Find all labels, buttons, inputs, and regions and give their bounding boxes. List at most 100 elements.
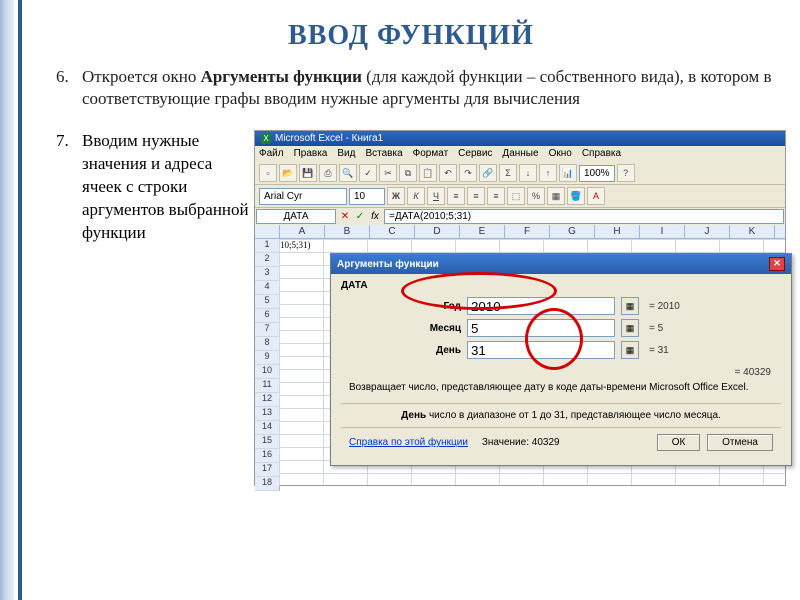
sort-desc-icon[interactable]: ↑ — [539, 164, 557, 182]
row-header[interactable]: 15 — [255, 435, 280, 449]
formatting-toolbar[interactable]: Arial Cyr 10 Ж К Ч ≡ ≡ ≡ ⬚ % ▦ 🪣 A — [255, 185, 785, 208]
bold-icon[interactable]: Ж — [387, 187, 405, 205]
fontsize-select[interactable]: 10 — [349, 188, 385, 205]
item6-pre: Откроется окно — [82, 67, 201, 86]
menu-view[interactable]: Вид — [337, 148, 355, 160]
col-header[interactable]: C — [370, 225, 415, 238]
row-header[interactable]: 6 — [255, 309, 280, 323]
row-header[interactable]: 2 — [255, 253, 280, 267]
underline-icon[interactable]: Ч — [427, 187, 445, 205]
align-center-icon[interactable]: ≡ — [467, 187, 485, 205]
window-titlebar: X Microsoft Excel - Книга1 — [255, 131, 785, 146]
formula-input[interactable]: =ДАТА(2010;5;31) — [384, 209, 784, 224]
align-left-icon[interactable]: ≡ — [447, 187, 465, 205]
excel-screenshot: X Microsoft Excel - Книга1 Файл Правка В… — [254, 130, 786, 486]
fx-icon[interactable]: fx — [368, 210, 382, 224]
menu-tools[interactable]: Сервис — [458, 148, 492, 160]
select-all-corner[interactable] — [255, 225, 280, 238]
cell-a1[interactable]: 10;5;31) — [280, 240, 311, 250]
menu-help[interactable]: Справка — [582, 148, 621, 160]
merge-icon[interactable]: ⬚ — [507, 187, 525, 205]
row-header[interactable]: 11 — [255, 379, 280, 393]
field-label: Год — [341, 301, 461, 312]
row-header[interactable]: 3 — [255, 267, 280, 281]
menu-insert[interactable]: Вставка — [365, 148, 402, 160]
range-picker-icon[interactable]: ▦ — [621, 341, 639, 359]
help-icon[interactable]: ? — [617, 164, 635, 182]
preview-icon[interactable]: 🔍 — [339, 164, 357, 182]
fill-color-icon[interactable]: 🪣 — [567, 187, 585, 205]
menu-format[interactable]: Формат — [413, 148, 449, 160]
menu-data[interactable]: Данные — [502, 148, 538, 160]
undo-icon[interactable]: ↶ — [439, 164, 457, 182]
item6-bold: Аргументы функции — [201, 67, 362, 86]
menu-window[interactable]: Окно — [549, 148, 572, 160]
open-icon[interactable]: 📂 — [279, 164, 297, 182]
col-header[interactable]: G — [550, 225, 595, 238]
worksheet-grid[interactable]: A B C D E F G H I J K 123456789101112131… — [255, 225, 785, 485]
standard-toolbar[interactable]: ▫ 📂 💾 ⎙ 🔍 ✓ ✂ ⧉ 📋 ↶ ↷ 🔗 Σ ↓ ↑ 📊 100% ? — [255, 162, 785, 185]
chart-icon[interactable]: 📊 — [559, 164, 577, 182]
col-header[interactable]: E — [460, 225, 505, 238]
redo-icon[interactable]: ↷ — [459, 164, 477, 182]
row-header[interactable]: 8 — [255, 337, 280, 351]
currency-icon[interactable]: % — [527, 187, 545, 205]
spell-icon[interactable]: ✓ — [359, 164, 377, 182]
col-header[interactable]: I — [640, 225, 685, 238]
zoom-select[interactable]: 100% — [579, 165, 615, 182]
col-header[interactable]: J — [685, 225, 730, 238]
row-header[interactable]: 9 — [255, 351, 280, 365]
month-input[interactable] — [467, 319, 615, 337]
row-header[interactable]: 14 — [255, 421, 280, 435]
borders-icon[interactable]: ▦ — [547, 187, 565, 205]
align-right-icon[interactable]: ≡ — [487, 187, 505, 205]
excel-icon: X — [261, 134, 271, 144]
row-header[interactable]: 10 — [255, 365, 280, 379]
close-icon[interactable]: ✕ — [769, 257, 785, 271]
row-header[interactable]: 13 — [255, 407, 280, 421]
col-header[interactable]: K — [730, 225, 775, 238]
cut-icon[interactable]: ✂ — [379, 164, 397, 182]
row-header[interactable]: 16 — [255, 449, 280, 463]
sort-asc-icon[interactable]: ↓ — [519, 164, 537, 182]
copy-icon[interactable]: ⧉ — [399, 164, 417, 182]
paste-icon[interactable]: 📋 — [419, 164, 437, 182]
new-icon[interactable]: ▫ — [259, 164, 277, 182]
col-header[interactable]: H — [595, 225, 640, 238]
cancel-button[interactable]: Отмена — [707, 434, 773, 451]
menu-edit[interactable]: Правка — [294, 148, 328, 160]
sum-icon[interactable]: Σ — [499, 164, 517, 182]
row-header[interactable]: 18 — [255, 477, 280, 491]
print-icon[interactable]: ⎙ — [319, 164, 337, 182]
cancel-formula-icon[interactable]: ✕ — [338, 210, 352, 224]
row-header[interactable]: 1 — [255, 239, 280, 253]
range-picker-icon[interactable]: ▦ — [621, 297, 639, 315]
col-header[interactable]: D — [415, 225, 460, 238]
window-title: Microsoft Excel - Книга1 — [275, 133, 383, 144]
menu-bar[interactable]: Файл Правка Вид Вставка Формат Сервис Да… — [255, 146, 785, 162]
calc-result: = 40329 — [341, 367, 781, 378]
link-icon[interactable]: 🔗 — [479, 164, 497, 182]
year-input[interactable] — [467, 297, 615, 315]
row-header[interactable]: 12 — [255, 393, 280, 407]
col-header[interactable]: A — [280, 225, 325, 238]
row-header[interactable]: 7 — [255, 323, 280, 337]
day-input[interactable] — [467, 341, 615, 359]
save-icon[interactable]: 💾 — [299, 164, 317, 182]
font-color-icon[interactable]: A — [587, 187, 605, 205]
menu-file[interactable]: Файл — [259, 148, 284, 160]
range-picker-icon[interactable]: ▦ — [621, 319, 639, 337]
col-header[interactable]: B — [325, 225, 370, 238]
ok-button[interactable]: ОК — [657, 434, 701, 451]
row-header[interactable]: 17 — [255, 463, 280, 477]
font-select[interactable]: Arial Cyr — [259, 188, 347, 205]
col-header[interactable]: F — [505, 225, 550, 238]
dialog-titlebar[interactable]: Аргументы функции ✕ — [331, 254, 791, 274]
row-header[interactable]: 5 — [255, 295, 280, 309]
italic-icon[interactable]: К — [407, 187, 425, 205]
value-result: 40329 — [532, 437, 560, 448]
row-header[interactable]: 4 — [255, 281, 280, 295]
enter-formula-icon[interactable]: ✓ — [353, 210, 367, 224]
help-link[interactable]: Справка по этой функции — [349, 437, 468, 448]
name-box[interactable]: ДАТА — [256, 209, 336, 224]
